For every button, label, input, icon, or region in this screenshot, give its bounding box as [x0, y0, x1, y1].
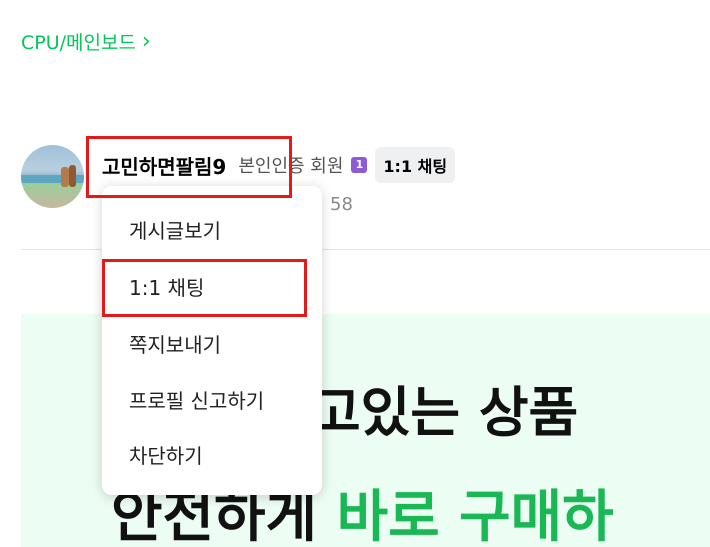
avatar-figure	[69, 165, 76, 187]
menu-item-chat[interactable]: 1:1 채팅	[129, 272, 204, 301]
author-nickname[interactable]: 고민하면팔림9	[102, 151, 226, 180]
chat-button[interactable]: 1:1 채팅	[375, 147, 456, 183]
context-menu: 게시글보기 1:1 채팅 쪽지보내기 프로필 신고하기 차단하기	[102, 186, 322, 495]
banner-line-1: 고있는 상품	[311, 381, 579, 444]
category-link[interactable]: CPU/메인보드 ›	[21, 28, 151, 55]
menu-item-send-note[interactable]: 쪽지보내기	[129, 329, 221, 358]
category-label: CPU/메인보드	[21, 32, 136, 54]
post-meta-count: 58	[330, 194, 353, 215]
avatar-figure	[61, 167, 69, 187]
menu-item-report-profile[interactable]: 프로필 신고하기	[129, 385, 264, 414]
level-badge-icon: 1	[351, 157, 368, 173]
verification-status: 본인인증 회원	[238, 156, 344, 177]
avatar[interactable]	[21, 145, 84, 208]
banner-line-2-highlight: 바로 구매하	[336, 485, 614, 547]
chevron-right-icon: ›	[141, 28, 151, 54]
menu-item-view-posts[interactable]: 게시글보기	[129, 215, 221, 244]
profile-line: 고민하면팔림9 본인인증 회원 1 1:1 채팅	[102, 147, 456, 183]
menu-item-block[interactable]: 차단하기	[129, 440, 203, 469]
